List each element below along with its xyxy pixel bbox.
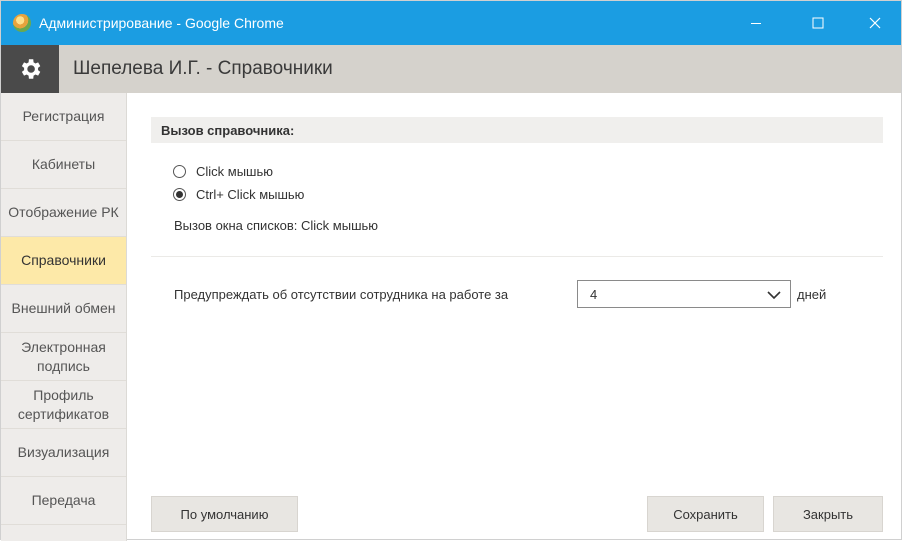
days-select-value: 4 <box>590 287 598 302</box>
close-window-button[interactable] <box>852 1 898 45</box>
divider <box>151 256 883 257</box>
sidebar-item-label: Внешний обмен <box>11 300 116 316</box>
sidebar-item-e-signature[interactable]: Электронная подпись <box>1 333 126 381</box>
sidebar-item-label: Отображение РК <box>8 204 119 220</box>
browser-window: Администрирование - Google Chrome Шепеле… <box>0 0 902 541</box>
page-title: Шепелева И.Г. - Справочники <box>73 58 333 79</box>
radio-button[interactable] <box>173 165 186 178</box>
default-button[interactable]: По умолчанию <box>151 496 298 532</box>
sidebar-item-label: Справочники <box>21 252 106 268</box>
sidebar-item-label: Передача <box>31 492 96 508</box>
radio-button[interactable] <box>173 188 186 201</box>
sidebar: Регистрация Кабинеты Отображение РК Спра… <box>1 93 127 541</box>
sidebar-item-label: Визуализация <box>17 444 110 460</box>
radio-label: Click мышью <box>196 164 274 179</box>
sidebar-item-references[interactable]: Справочники <box>1 237 126 285</box>
sidebar-item-label: Регистрация <box>22 108 105 124</box>
sidebar-item-visualization[interactable]: Визуализация <box>1 429 126 477</box>
sidebar-item-cabinets[interactable]: Кабинеты <box>1 141 126 189</box>
chevron-down-icon <box>767 291 781 300</box>
days-unit-label: дней <box>797 287 827 302</box>
sidebar-item-external-exchange[interactable]: Внешний обмен <box>1 285 126 333</box>
settings-button[interactable] <box>1 45 59 93</box>
absence-warning-label: Предупреждать об отсутствии сотрудника н… <box>174 287 509 302</box>
list-call-text: Вызов окна списков: Click мышью <box>174 218 379 233</box>
close-button[interactable]: Закрыть <box>773 496 883 532</box>
section-title: Вызов справочника: <box>161 123 295 138</box>
sidebar-item-registration[interactable]: Регистрация <box>1 93 126 141</box>
chrome-app-icon <box>13 14 31 32</box>
radio-click[interactable]: Click мышью <box>173 164 273 179</box>
sidebar-item-label: Электронная подпись <box>21 338 106 374</box>
days-select[interactable]: 4 <box>577 280 791 308</box>
radio-label: Ctrl+ Click мышью <box>196 187 305 202</box>
maximize-button[interactable] <box>795 1 841 45</box>
minimize-icon <box>751 23 761 24</box>
minimize-button[interactable] <box>733 1 779 45</box>
window-title-bar: Администрирование - Google Chrome <box>1 1 901 45</box>
sidebar-item-label: Кабинеты <box>31 156 96 172</box>
window-title: Администрирование - Google Chrome <box>39 15 284 31</box>
section-header: Вызов справочника: <box>151 117 883 143</box>
sidebar-item-display-rk[interactable]: Отображение РК <box>1 189 126 237</box>
sidebar-item-transfer[interactable]: Передача <box>1 477 126 525</box>
save-button[interactable]: Сохранить <box>647 496 764 532</box>
sidebar-item-label: Профиль сертификатов <box>17 386 110 422</box>
close-icon <box>869 17 881 29</box>
gear-icon <box>21 59 41 79</box>
radio-ctrl-click[interactable]: Ctrl+ Click мышью <box>173 187 304 202</box>
sidebar-item-cert-profile[interactable]: Профиль сертификатов <box>1 381 126 429</box>
app-header: Шепелева И.Г. - Справочники <box>1 45 901 93</box>
maximize-icon <box>812 17 824 29</box>
